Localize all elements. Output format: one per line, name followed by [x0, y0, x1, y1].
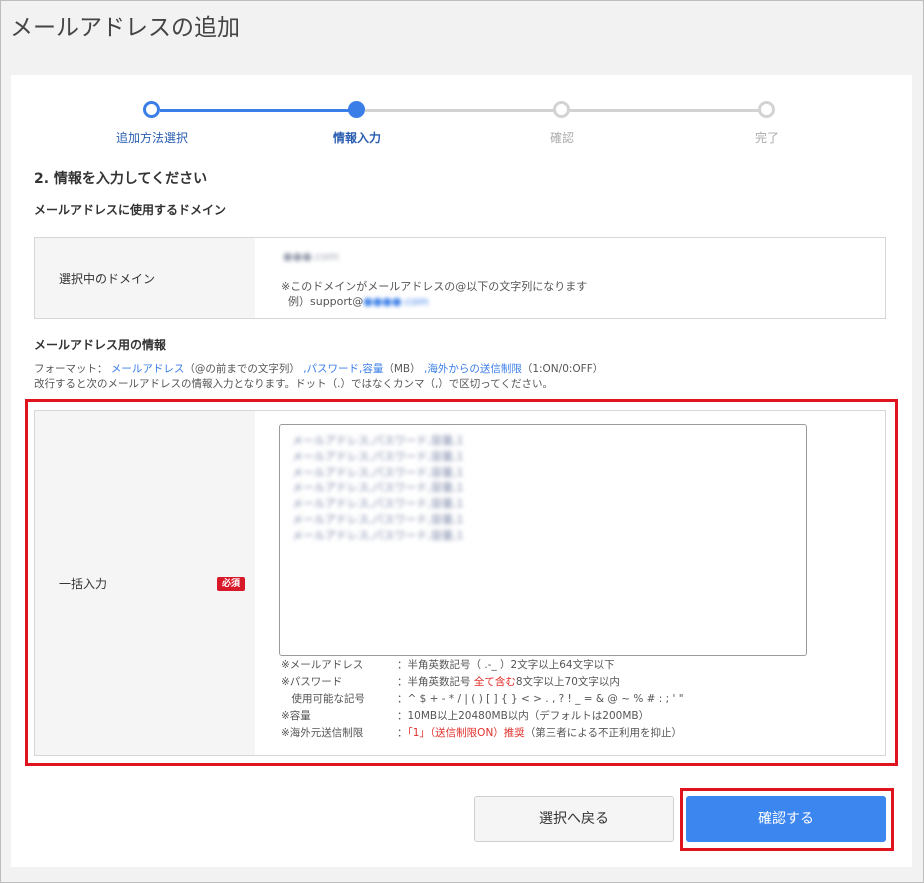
rule-value-suffix: （第三者による不正利用を抑止） — [524, 727, 682, 739]
rule-key: ※メールアドレス — [281, 659, 364, 671]
step-4-indicator — [758, 101, 775, 118]
bulk-line: メールアドレス,パスワード,容量,1 — [292, 449, 464, 463]
step-connector-3 — [570, 109, 760, 112]
domain-note: ※このドメインがメールアドレスの@以下の文字列になります — [281, 280, 588, 293]
step-1-indicator — [143, 101, 160, 118]
bulk-input-textarea[interactable]: メールアドレス,パスワード,容量,1 メールアドレス,パスワード,容量,1 メー… — [279, 424, 807, 656]
rule-value: ：^ $ + - * / | ( ) [ ] { } < > . , ? ! _… — [397, 693, 684, 705]
rule-key: ※パスワード — [281, 676, 343, 688]
bulk-row-label: 一括入力 — [59, 577, 108, 591]
format-overseas: ,海外からの送信制限 — [423, 363, 522, 375]
back-button[interactable]: 選択へ戻る — [474, 796, 674, 842]
step-2-indicator — [348, 101, 365, 118]
step-2-label: 情報入力 — [332, 131, 382, 145]
domain-row-header: 選択中のドメイン — [35, 238, 255, 318]
section-heading: 2. 情報を入力してください — [34, 171, 208, 187]
page-title: メールアドレスの追加 — [10, 15, 240, 41]
step-4-label: 完了 — [754, 131, 780, 145]
domain-example-prefix: 例）support@ — [288, 295, 364, 308]
bulk-line: メールアドレス,パスワード,容量,1 — [292, 528, 464, 542]
format-overseas-desc: （1:ON/0:OFF） — [521, 363, 604, 375]
step-3-indicator — [553, 101, 570, 118]
step-1-label: 追加方法選択 — [115, 131, 189, 145]
format-line: フォーマット： メールアドレス（@の前までの文字列） ,パスワード,容量（MB）… — [34, 361, 603, 376]
rule-value: ：半角英数記号 全て含む8文字以上70文字以内 — [397, 674, 620, 689]
domain-example: 例）support@●●●●.com — [288, 293, 429, 309]
bulk-line: メールアドレス,パスワード,容量,1 — [292, 512, 464, 526]
bulk-line: メールアドレス,パスワード,容量,1 — [292, 465, 464, 479]
step-3-label: 確認 — [549, 131, 575, 145]
rule-value-emphasis: 「1」（送信制限ON）推奨 — [407, 727, 525, 739]
step-connector-1 — [160, 109, 350, 112]
domain-example-value: ●●●●.com — [363, 295, 429, 308]
format-note: 改行すると次のメールアドレスの情報入力となります。ドット（.）ではなくカンマ（,… — [34, 378, 553, 390]
domain-value: ●●●.com — [283, 250, 339, 263]
rule-key: ※容量 — [281, 710, 311, 722]
format-label: フォーマット： — [34, 363, 108, 375]
rule-value-emphasis: 全て含む — [473, 676, 516, 688]
bulk-row-header: 一括入力 必須 — [35, 411, 255, 755]
bulk-line: メールアドレス,パスワード,容量,1 — [292, 434, 464, 447]
bulk-input-table: 一括入力 必須 メールアドレス,パスワード,容量,1 メールアドレス,パスワード… — [34, 410, 886, 756]
step-connector-2 — [365, 109, 555, 112]
confirm-button[interactable]: 確認する — [686, 796, 886, 842]
rule-value-prefix: ： — [397, 727, 408, 739]
domain-row-label: 選択中のドメイン — [59, 272, 156, 286]
format-password: ,パスワード — [303, 363, 360, 375]
format-email: メールアドレス — [110, 363, 185, 375]
rule-key: 使用可能な記号 — [281, 693, 365, 705]
rule-key: ※海外元送信制限 — [281, 727, 364, 739]
bulk-line: メールアドレス,パスワード,容量,1 — [292, 497, 464, 511]
required-badge: 必須 — [217, 577, 245, 591]
rule-value: ：「1」（送信制限ON）推奨（第三者による不正利用を抑止） — [397, 725, 682, 740]
rule-value-suffix: 8文字以上70文字以内 — [515, 676, 620, 688]
format-email-desc: （@の前までの文字列） — [184, 363, 300, 375]
domain-table: 選択中のドメイン ●●●.com ※このドメインがメールアドレスの@以下の文字列… — [34, 237, 886, 319]
bulk-input-content: メールアドレス,パスワード,容量,1 メールアドレス,パスワード,容量,1 メー… — [292, 433, 464, 544]
format-capacity: ,容量 — [359, 363, 384, 375]
info-heading: メールアドレス用の情報 — [34, 338, 167, 352]
domain-heading: メールアドレスに使用するドメイン — [34, 203, 227, 217]
rule-value-prefix: ：半角英数記号 — [397, 676, 474, 688]
rule-value: ：10MB以上20480MB以内（デフォルトは200MB） — [397, 710, 650, 722]
bulk-line: メールアドレス,パスワード,容量,1 — [292, 481, 464, 495]
rule-value: ：半角英数記号（ .-_ ）2文字以上64文字以下 — [397, 659, 615, 671]
format-capacity-unit: （MB） — [383, 363, 421, 375]
